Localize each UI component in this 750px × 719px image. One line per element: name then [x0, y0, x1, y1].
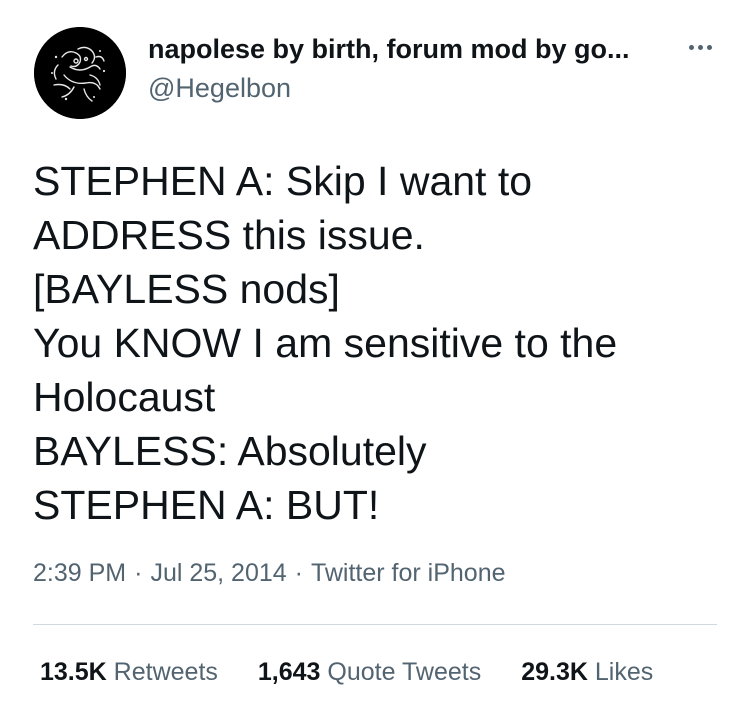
avatar[interactable]: [34, 27, 126, 119]
likes-count: 29.3K: [521, 658, 588, 686]
tweet-source[interactable]: Twitter for iPhone: [311, 559, 506, 587]
meta-separator: ·: [134, 559, 143, 587]
dot: [688, 44, 694, 50]
dot: [706, 44, 712, 50]
engagement-stats: 13.5K Retweets 1,643 Quote Tweets 29.3K …: [40, 658, 653, 687]
quote-tweets-stat[interactable]: 1,643 Quote Tweets: [258, 658, 481, 687]
display-name[interactable]: napolese by birth, forum mod by go...: [148, 34, 668, 65]
tweet-text: STEPHEN A: Skip I want to ADDRESS this i…: [33, 158, 618, 528]
retweets-label: Retweets: [113, 658, 218, 686]
divider: [33, 624, 717, 625]
avatar-sketch-icon: [34, 27, 126, 119]
likes-stat[interactable]: 29.3K Likes: [521, 658, 653, 687]
retweets-count: 13.5K: [40, 658, 107, 686]
tweet-time[interactable]: 2:39 PM: [33, 559, 126, 587]
user-handle[interactable]: @Hegelbon: [148, 73, 291, 104]
tweet-date[interactable]: Jul 25, 2014: [150, 559, 286, 587]
dot: [697, 44, 703, 50]
tweet-meta: 2:39 PM · Jul 25, 2014 · Twitter for iPhone: [33, 559, 506, 588]
quote-tweets-label: Quote Tweets: [327, 658, 482, 686]
likes-label: Likes: [594, 658, 654, 686]
quote-tweets-count: 1,643: [257, 658, 321, 686]
retweets-stat[interactable]: 13.5K Retweets: [40, 658, 218, 687]
meta-separator: ·: [294, 559, 303, 587]
more-options-icon[interactable]: [678, 32, 722, 62]
tweet-card: napolese by birth, forum mod by go... @H…: [0, 0, 750, 719]
